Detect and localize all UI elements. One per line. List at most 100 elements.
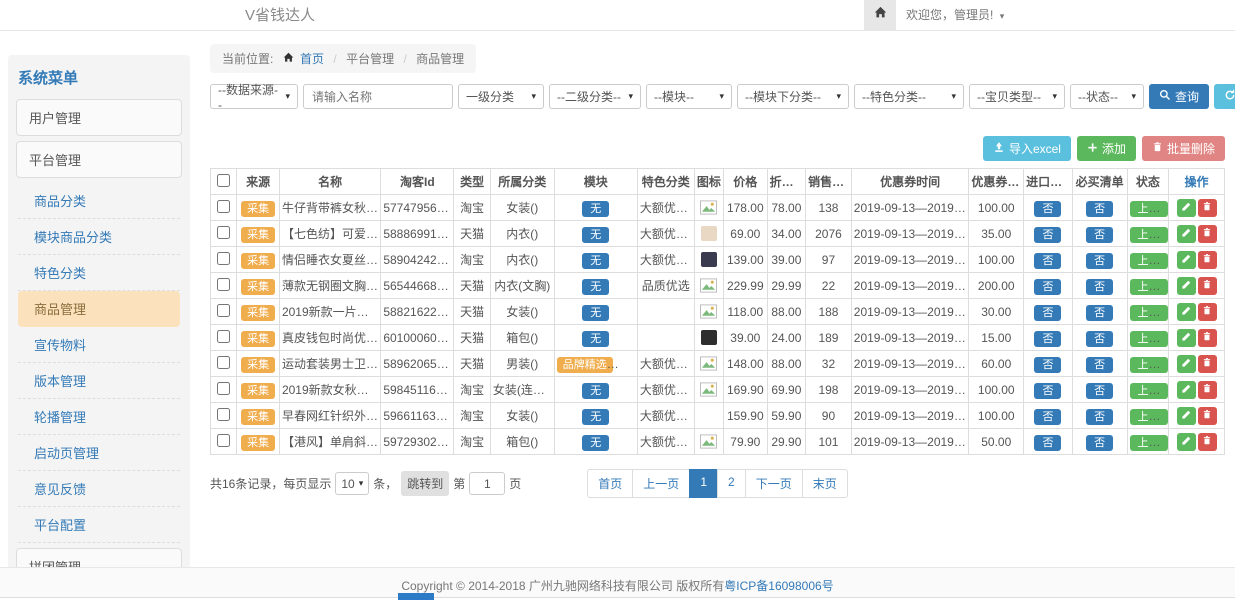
- status-badge[interactable]: 上架: [1130, 279, 1168, 295]
- filter-select-7[interactable]: --特色分类--▾: [854, 84, 964, 109]
- status-badge[interactable]: 上架: [1130, 201, 1168, 217]
- edit-button[interactable]: [1177, 225, 1196, 243]
- edit-button[interactable]: [1177, 433, 1196, 451]
- must-buy-toggle-button[interactable]: 否: [1086, 279, 1113, 295]
- status-badge[interactable]: 上架: [1130, 357, 1168, 373]
- row-checkbox[interactable]: [217, 200, 230, 213]
- row-checkbox[interactable]: [217, 226, 230, 239]
- row-checkbox[interactable]: [217, 382, 230, 395]
- must-buy-toggle-button[interactable]: 否: [1086, 409, 1113, 425]
- sidebar-item-11[interactable]: 意见反馈: [18, 471, 180, 507]
- must-buy-toggle-button[interactable]: 否: [1086, 227, 1113, 243]
- page-button-首页[interactable]: 首页: [587, 469, 633, 498]
- row-checkbox[interactable]: [217, 330, 230, 343]
- row-checkbox[interactable]: [217, 278, 230, 291]
- delete-button[interactable]: [1198, 225, 1217, 243]
- imported-toggle-button[interactable]: 否: [1034, 201, 1061, 217]
- delete-button[interactable]: [1198, 433, 1217, 451]
- delete-button[interactable]: [1198, 329, 1217, 347]
- jump-button[interactable]: 跳转到: [401, 471, 449, 496]
- sidebar-item-6[interactable]: 商品管理: [18, 291, 180, 327]
- home-button[interactable]: [864, 0, 896, 30]
- imported-toggle-button[interactable]: 否: [1034, 227, 1061, 243]
- edit-button[interactable]: [1177, 381, 1196, 399]
- edit-button[interactable]: [1177, 355, 1196, 373]
- status-badge[interactable]: 上架: [1130, 409, 1168, 425]
- filter-select-1[interactable]: --数据来源--▾: [210, 84, 298, 109]
- sidebar-item-1[interactable]: 用户管理: [16, 99, 182, 136]
- edit-button[interactable]: [1177, 303, 1196, 321]
- filter-select-8[interactable]: --宝贝类型--▾: [969, 84, 1065, 109]
- per-page-select[interactable]: 10 ▾: [335, 472, 369, 495]
- search-button[interactable]: 查询: [1149, 84, 1209, 109]
- sidebar-item-7[interactable]: 宣传物料: [18, 327, 180, 363]
- jump-page-input[interactable]: [469, 472, 505, 495]
- imported-toggle-button[interactable]: 否: [1034, 279, 1061, 295]
- imported-toggle-button[interactable]: 否: [1034, 435, 1061, 451]
- row-checkbox[interactable]: [217, 434, 230, 447]
- filter-select-5[interactable]: --模块--▾: [646, 84, 732, 109]
- must-buy-toggle-button[interactable]: 否: [1086, 253, 1113, 269]
- imported-toggle-button[interactable]: 否: [1034, 305, 1061, 321]
- status-badge[interactable]: 上架: [1130, 331, 1168, 347]
- sidebar-item-9[interactable]: 轮播管理: [18, 399, 180, 435]
- sidebar-item-10[interactable]: 启动页管理: [18, 435, 180, 471]
- row-checkbox[interactable]: [217, 252, 230, 265]
- imported-toggle-button[interactable]: 否: [1034, 331, 1061, 347]
- page-button-1[interactable]: 1: [689, 469, 718, 498]
- add-button[interactable]: 添加: [1077, 136, 1136, 161]
- page-button-上一页[interactable]: 上一页: [632, 469, 690, 498]
- must-buy-toggle-button[interactable]: 否: [1086, 357, 1113, 373]
- sidebar-item-2[interactable]: 平台管理: [16, 141, 182, 178]
- status-badge[interactable]: 上架: [1130, 253, 1168, 269]
- must-buy-toggle-button[interactable]: 否: [1086, 331, 1113, 347]
- imported-toggle-button[interactable]: 否: [1034, 253, 1061, 269]
- edit-button[interactable]: [1177, 199, 1196, 217]
- status-badge[interactable]: 上架: [1130, 305, 1168, 321]
- delete-button[interactable]: [1198, 251, 1217, 269]
- must-buy-toggle-button[interactable]: 否: [1086, 201, 1113, 217]
- filter-select-9[interactable]: --状态--▾: [1070, 84, 1144, 109]
- must-buy-toggle-button[interactable]: 否: [1086, 435, 1113, 451]
- sidebar-item-3[interactable]: 商品分类: [18, 183, 180, 219]
- status-badge[interactable]: 上架: [1130, 227, 1168, 243]
- imported-toggle-button[interactable]: 否: [1034, 409, 1061, 425]
- delete-button[interactable]: [1198, 407, 1217, 425]
- select-all-checkbox[interactable]: [217, 174, 230, 187]
- sidebar-item-4[interactable]: 模块商品分类: [18, 219, 180, 255]
- sidebar-item-5[interactable]: 特色分类: [18, 255, 180, 291]
- edit-button[interactable]: [1177, 251, 1196, 269]
- page-button-末页[interactable]: 末页: [802, 469, 848, 498]
- page-button-2[interactable]: 2: [717, 469, 746, 498]
- imported-toggle-button[interactable]: 否: [1034, 383, 1061, 399]
- status-badge[interactable]: 上架: [1130, 383, 1168, 399]
- row-checkbox[interactable]: [217, 356, 230, 369]
- must-buy-toggle-button[interactable]: 否: [1086, 305, 1113, 321]
- user-menu[interactable]: 欢迎您，管理员! ▾: [906, 0, 1004, 32]
- icp-link[interactable]: 粤ICP备16098006号: [724, 579, 833, 593]
- row-checkbox[interactable]: [217, 408, 230, 421]
- batch-delete-button[interactable]: 批量删除: [1142, 136, 1225, 161]
- filter-select-4[interactable]: --二级分类--▾: [549, 84, 641, 109]
- imported-toggle-button[interactable]: 否: [1034, 357, 1061, 373]
- must-buy-toggle-button[interactable]: 否: [1086, 383, 1113, 399]
- row-checkbox[interactable]: [217, 304, 230, 317]
- delete-button[interactable]: [1198, 199, 1217, 217]
- delete-button[interactable]: [1198, 303, 1217, 321]
- edit-button[interactable]: [1177, 329, 1196, 347]
- sidebar-item-8[interactable]: 版本管理: [18, 363, 180, 399]
- status-badge[interactable]: 上架: [1130, 435, 1168, 451]
- delete-button[interactable]: [1198, 381, 1217, 399]
- filter-select-6[interactable]: --模块下分类--▾: [737, 84, 849, 109]
- edit-button[interactable]: [1177, 277, 1196, 295]
- delete-button[interactable]: [1198, 355, 1217, 373]
- reset-button[interactable]: 重置: [1214, 84, 1235, 109]
- sidebar-item-12[interactable]: 平台配置: [18, 507, 180, 543]
- page-button-下一页[interactable]: 下一页: [745, 469, 803, 498]
- edit-button[interactable]: [1177, 407, 1196, 425]
- filter-select-3[interactable]: 一级分类▾: [458, 84, 544, 109]
- import-excel-button[interactable]: 导入excel: [983, 136, 1071, 161]
- delete-button[interactable]: [1198, 277, 1217, 295]
- name-search-input[interactable]: [303, 84, 453, 109]
- breadcrumb-home-link[interactable]: 首页: [300, 52, 324, 66]
